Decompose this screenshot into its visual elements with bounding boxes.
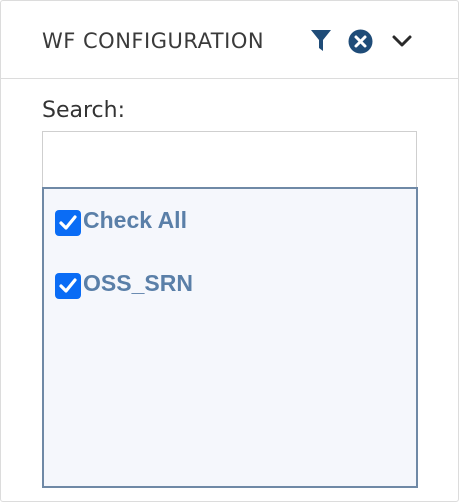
checkbox-checked-icon[interactable] <box>55 273 81 299</box>
filter-icon[interactable] <box>310 29 332 53</box>
search-input[interactable] <box>42 131 417 188</box>
search-label: Search: <box>42 98 125 123</box>
option-oss-srn[interactable]: OSS_SRN <box>55 268 193 299</box>
option-check-all[interactable]: Check All <box>55 205 187 236</box>
clear-icon[interactable] <box>348 29 373 54</box>
checkbox-checked-icon[interactable] <box>55 210 81 236</box>
options-list: Check All OSS_SRN <box>42 187 418 488</box>
chevron-down-icon[interactable] <box>391 31 413 51</box>
option-label: Check All <box>83 206 187 233</box>
panel-header: WF CONFIGURATION <box>1 1 458 79</box>
wf-configuration-panel: WF CONFIGURATION Search: Check All OSS_S… <box>0 0 459 502</box>
panel-title: WF CONFIGURATION <box>42 29 265 53</box>
option-label: OSS_SRN <box>83 269 193 296</box>
